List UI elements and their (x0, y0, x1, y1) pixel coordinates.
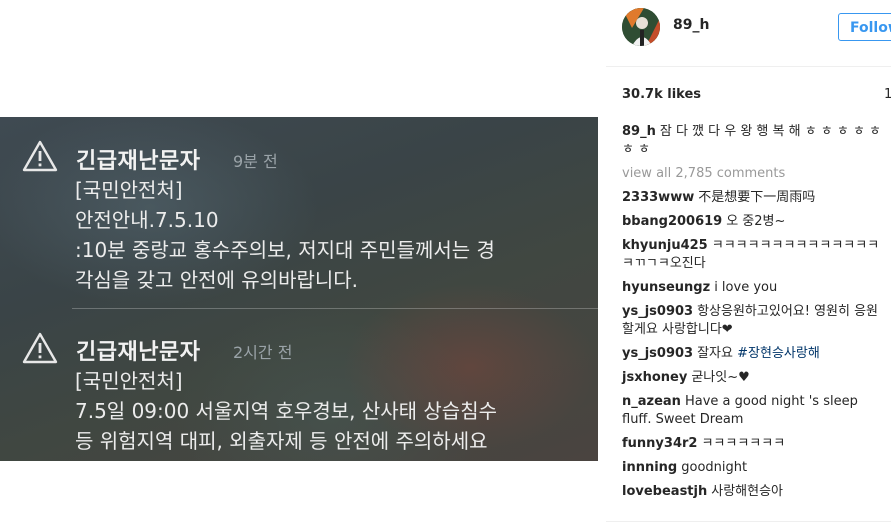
comment: ys_js0903 항상응원하고있어요! 영원히 응원할게요 사랑합니다❤ (622, 303, 888, 339)
notification-time: 9분 전 (233, 152, 278, 171)
comment: hyunseungz i love you (622, 279, 888, 297)
notification-title: 긴급재난문자 (76, 149, 201, 174)
comment-username[interactable]: ys_js0903 (622, 304, 693, 319)
comments-section: 89_h 잠 다 깼 다 우 왕 행 복 해 ㅎ ㅎ ㅎ ㅎ ㅎ ㅎ ㅎ view… (622, 123, 888, 507)
notification-body: [국민안전처] 안전안내.7.5.10 :10분 중랑교 홍수주의보, 저지대 … (75, 178, 495, 292)
likes-count[interactable]: 30.7k likes (622, 87, 701, 102)
comment-username[interactable]: khyunju425 (622, 238, 708, 253)
notification-1: 긴급재난문자 9분 전 [국민안전처] 안전안내.7.5.10 :10분 중랑교… (0, 117, 598, 308)
comment-username[interactable]: hyunseungz (622, 280, 710, 295)
comment-text: 사랑해현승아 (711, 484, 784, 499)
comment-username[interactable]: 2333www (622, 190, 694, 205)
comment-username[interactable]: bbang200619 (622, 214, 722, 229)
comment-text: 不是想要下一周雨吗 (698, 190, 816, 205)
comment: ys_js0903 잘자요 #장현승사랑해 (622, 345, 888, 363)
comment: n_azean Have a good night 's sleep fluff.… (622, 393, 888, 429)
follow-button[interactable]: Follow (838, 13, 891, 41)
comment-username[interactable]: innning (622, 460, 677, 475)
comment-text: i love you (714, 280, 778, 295)
comment-username[interactable]: n_azean (622, 394, 681, 409)
comment: lovebeastjh 사랑해현승아 (622, 483, 888, 501)
notification-body: [국민안전처] 7.5일 09:00 서울지역 호우경보, 산사태 상습침수 등… (75, 369, 497, 453)
comment: bbang200619 오 중2병~ (622, 213, 888, 231)
notification-2: 긴급재난문자 2시간 전 [국민안전처] 7.5일 09:00 서울지역 호우경… (0, 309, 598, 461)
comment: innning goodnight (622, 459, 888, 477)
notification-title: 긴급재난문자 (76, 340, 201, 365)
post-username[interactable]: 89_h (673, 17, 709, 33)
comment-username[interactable]: lovebeastjh (622, 484, 707, 499)
comment-username[interactable]: ys_js0903 (622, 346, 693, 361)
comment-text: 오 중2병~ (726, 214, 786, 229)
comment-text: 잘자요 (697, 346, 733, 361)
comment: funny34r2 ㅋㅋㅋㅋㅋㅋㅋ (622, 435, 888, 453)
comments-divider (606, 521, 891, 522)
caption: 89_h 잠 다 깼 다 우 왕 행 복 해 ㅎ ㅎ ㅎ ㅎ ㅎ ㅎ ㅎ (622, 123, 888, 159)
comment-text: goodnight (681, 460, 748, 475)
avatar-image (622, 8, 660, 46)
comment-text: 굳나잇~♥ (691, 370, 750, 385)
avatar[interactable] (622, 8, 660, 46)
comment-text: ㅋㅋㅋㅋㅋㅋㅋ (701, 436, 786, 451)
post-date-fragment: 1 (884, 87, 891, 102)
view-all-comments-link[interactable]: view all 2,785 comments (622, 165, 888, 183)
comment-text: 잠 다 깼 다 우 왕 행 복 해 ㅎ ㅎ ㅎ ㅎ ㅎ ㅎ ㅎ (622, 124, 882, 157)
hashtag-link[interactable]: #장현승사랑해 (737, 346, 820, 361)
warning-triangle-icon (22, 332, 58, 364)
comment-username[interactable]: 89_h (622, 124, 656, 139)
warning-triangle-icon (22, 140, 58, 172)
comment: jsxhoney 굳나잇~♥ (622, 369, 888, 387)
comment: 2333www 不是想要下一周雨吗 (622, 189, 888, 207)
notification-time: 2시간 전 (233, 343, 293, 362)
post-image[interactable]: 긴급재난문자 9분 전 [국민안전처] 안전안내.7.5.10 :10분 중랑교… (0, 117, 598, 461)
post-header: 89_h Follow (606, 0, 891, 67)
comment-username[interactable]: funny34r2 (622, 436, 697, 451)
comment: khyunju425 ㅋㅋㅋㅋㅋㅋㅋㅋㅋㅋㅋㅋㅋㅋㅋㄲㄱㅋ오진다 (622, 237, 888, 273)
comment-username[interactable]: jsxhoney (622, 370, 687, 385)
